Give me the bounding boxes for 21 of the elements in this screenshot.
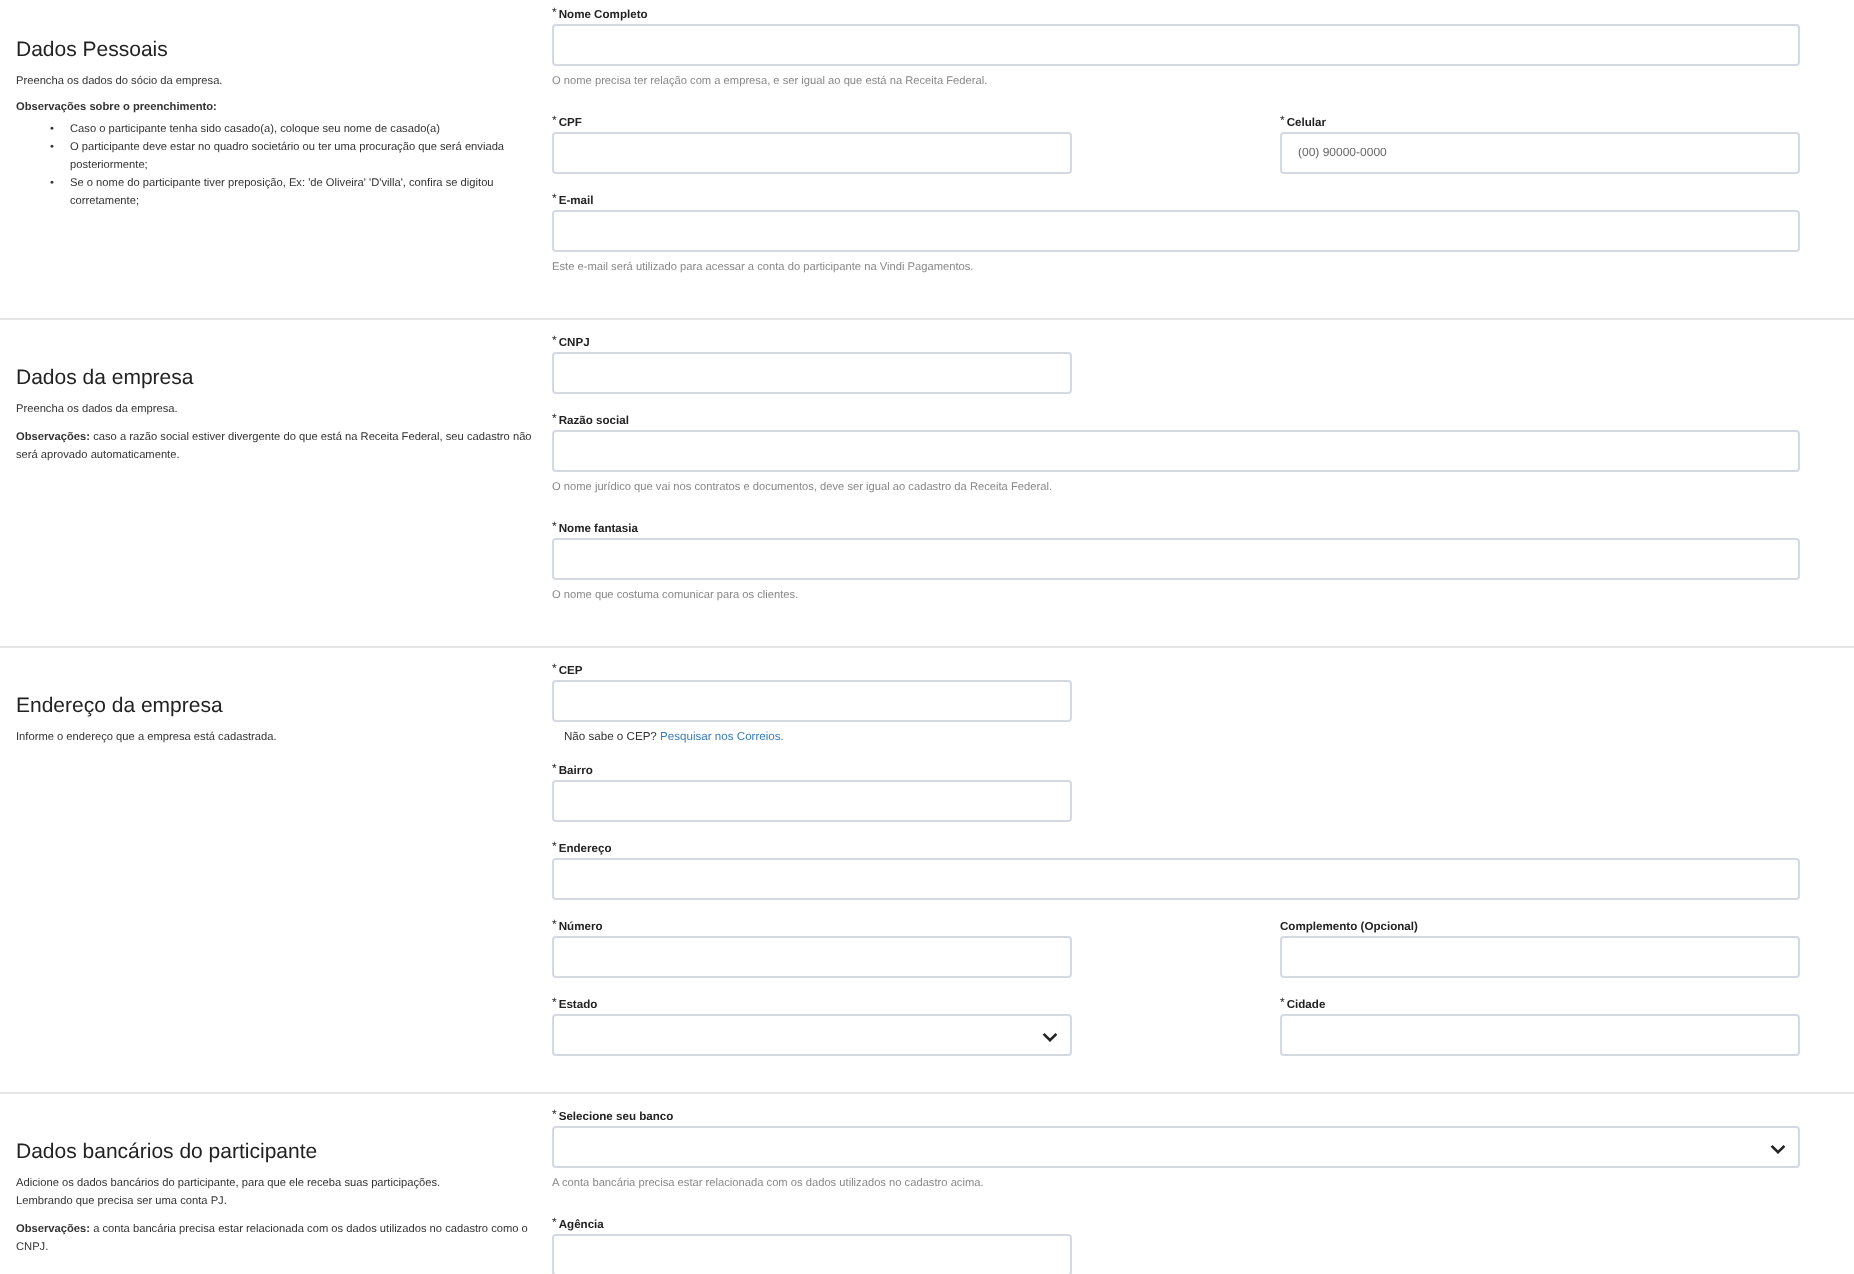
select-field[interactable] <box>552 1014 1072 1056</box>
section-title: Dados da empresa <box>16 366 196 390</box>
select-field[interactable] <box>552 1126 1800 1168</box>
text-field[interactable] <box>552 430 1800 472</box>
text-field[interactable] <box>552 780 1072 822</box>
text-field[interactable] <box>552 680 1072 722</box>
section-title: Endereço da empresa <box>16 694 225 718</box>
text-field[interactable] <box>552 1234 1072 1274</box>
text-field[interactable] <box>1280 936 1800 978</box>
text-field[interactable] <box>1280 1014 1800 1056</box>
section-title: Dados Pessoais <box>16 38 170 62</box>
text-field[interactable] <box>552 936 1072 978</box>
text-field[interactable] <box>552 210 1800 252</box>
text-field[interactable] <box>552 538 1800 580</box>
chevron-down-icon <box>1042 1032 1058 1042</box>
text-field[interactable] <box>552 24 1800 66</box>
section-title: Dados bancários do participante <box>16 1140 320 1164</box>
text-field[interactable] <box>552 352 1072 394</box>
text-field[interactable] <box>552 858 1800 900</box>
chevron-down-icon <box>1770 1144 1786 1154</box>
text-field[interactable] <box>552 132 1072 174</box>
